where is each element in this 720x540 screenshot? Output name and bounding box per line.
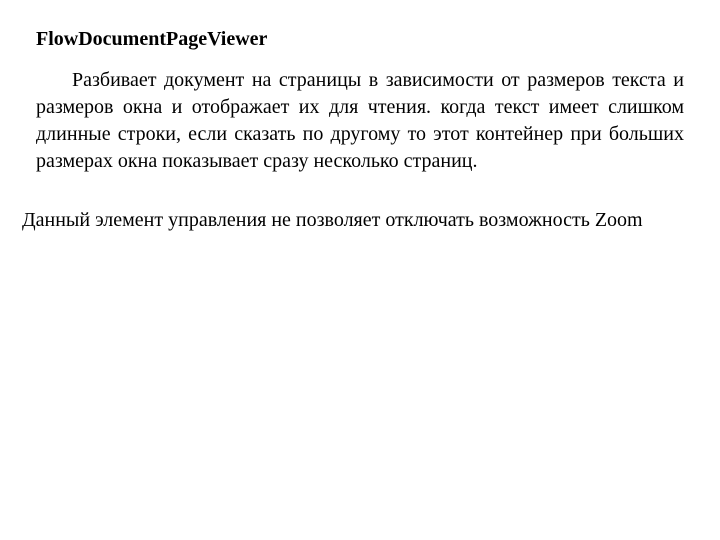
note-paragraph: Данный элемент управления не позволяет о…	[22, 207, 690, 234]
description-paragraph: Разбивает документ на страницы в зависим…	[36, 67, 684, 175]
section-heading: FlowDocumentPageViewer	[36, 28, 684, 51]
